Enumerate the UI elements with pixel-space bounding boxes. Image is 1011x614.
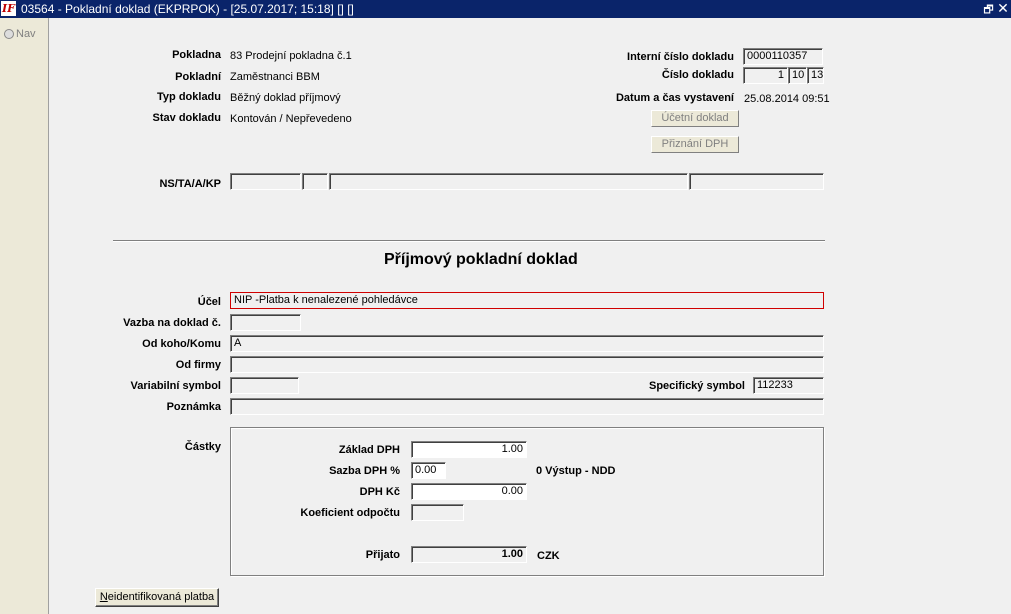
close-window-icon[interactable]: ✕ (996, 0, 1010, 17)
poznamka-label: Poznámka (166, 401, 221, 413)
zaklad-dph-field[interactable]: 1.00 (411, 441, 527, 458)
cislo-dokladu-part1[interactable]: 1 (743, 67, 788, 84)
app-logo-icon: IF (1, 1, 16, 16)
variabilni-symbol-field[interactable] (230, 377, 299, 394)
document-form: Pokladna 83 Prodejní pokladna č.1 Poklad… (49, 18, 1011, 614)
koeficient-odpoctu-field[interactable] (411, 504, 464, 521)
prijato-label: Přijato (365, 549, 400, 561)
variabilni-symbol-label: Variabilní symbol (130, 380, 221, 392)
datum-vystaveni-label: Datum a čas vystavení (615, 92, 734, 104)
typ-dokladu-label: Typ dokladu (157, 91, 221, 103)
od-koho-label: Od koho/Komu (142, 338, 221, 350)
currency-label: CZK (537, 550, 560, 562)
stav-dokladu-value: Kontován / Nepřevedeno (230, 113, 352, 125)
ns-ta-a-kp-label: NS/TA/A/KP (159, 178, 221, 190)
pokladni-label: Pokladní (175, 71, 221, 83)
poznamka-field[interactable] (230, 398, 824, 415)
zaklad-dph-label: Základ DPH (338, 444, 400, 456)
stav-dokladu-label: Stav dokladu (152, 112, 221, 124)
koeficient-odpoctu-label: Koeficient odpočtu (300, 507, 400, 519)
interni-cislo-field[interactable]: 0000110357 (743, 48, 823, 65)
button-label-rest: eidentifikovaná platba (107, 591, 215, 603)
priznani-dph-button[interactable]: Přiznání DPH (651, 136, 739, 153)
sazba-dph-field[interactable]: 0.00 (411, 462, 446, 479)
od-koho-field[interactable]: A (230, 335, 824, 352)
pokladna-value: 83 Prodejní pokladna č.1 (230, 50, 352, 62)
interni-cislo-label: Interní číslo dokladu (627, 51, 734, 63)
cislo-dokladu-label: Číslo dokladu (661, 69, 734, 81)
nav-panel: Nav (0, 18, 49, 614)
cislo-dokladu-part3[interactable]: 13 (807, 67, 824, 84)
vazba-field[interactable] (230, 314, 301, 331)
window-title: 03564 - Pokladní doklad (EKPRPOK) - [25.… (21, 2, 354, 16)
specificky-symbol-field[interactable]: 112233 (753, 377, 824, 394)
a-field[interactable] (329, 173, 688, 190)
window-titlebar: IF 03564 - Pokladní doklad (EKPRPOK) - [… (0, 0, 1011, 18)
datum-vystaveni-value: 25.08.2014 09:51 (744, 93, 830, 105)
form-heading: Příjmový pokladní doklad (384, 251, 578, 268)
section-divider (113, 240, 825, 242)
nav-label[interactable]: Nav (16, 28, 36, 40)
ucetni-doklad-button[interactable]: Účetní doklad (651, 110, 739, 127)
dph-kc-label: DPH Kč (359, 486, 400, 498)
od-firmy-label: Od firmy (175, 359, 221, 371)
pokladna-label: Pokladna (172, 49, 221, 61)
dph-kc-field[interactable]: 0.00 (411, 483, 527, 500)
prijato-field[interactable]: 1.00 (411, 546, 527, 563)
nav-radio-icon[interactable] (4, 29, 14, 39)
ucel-label: Účel (197, 296, 221, 308)
cislo-dokladu-part2[interactable]: 10 (788, 67, 807, 84)
specificky-symbol-label: Specifický symbol (649, 380, 745, 392)
vazba-label: Vazba na doklad č. (123, 317, 221, 329)
kp-field[interactable] (689, 173, 824, 190)
pokladni-value: Zaměstnanci BBM (230, 71, 320, 83)
ucel-field[interactable]: NIP -Platba k nenalezené pohledávce (230, 292, 824, 309)
typ-dokladu-value: Běžný doklad příjmový (230, 92, 341, 104)
od-firmy-field[interactable] (230, 356, 824, 373)
ns-field[interactable] (230, 173, 301, 190)
castky-box: Základ DPH 1.00 Sazba DPH % 0.00 0 Výstu… (230, 427, 824, 576)
neidentifikovana-platba-button[interactable]: Neidentifikovaná platba (95, 588, 219, 607)
ta-field[interactable] (302, 173, 328, 190)
restore-window-icon[interactable]: 🗗 (982, 1, 995, 16)
sazba-dph-note: 0 Výstup - NDD (536, 465, 616, 477)
castky-label: Částky (184, 441, 221, 453)
sazba-dph-label: Sazba DPH % (329, 465, 400, 477)
button-mnemonic: N (99, 591, 108, 603)
